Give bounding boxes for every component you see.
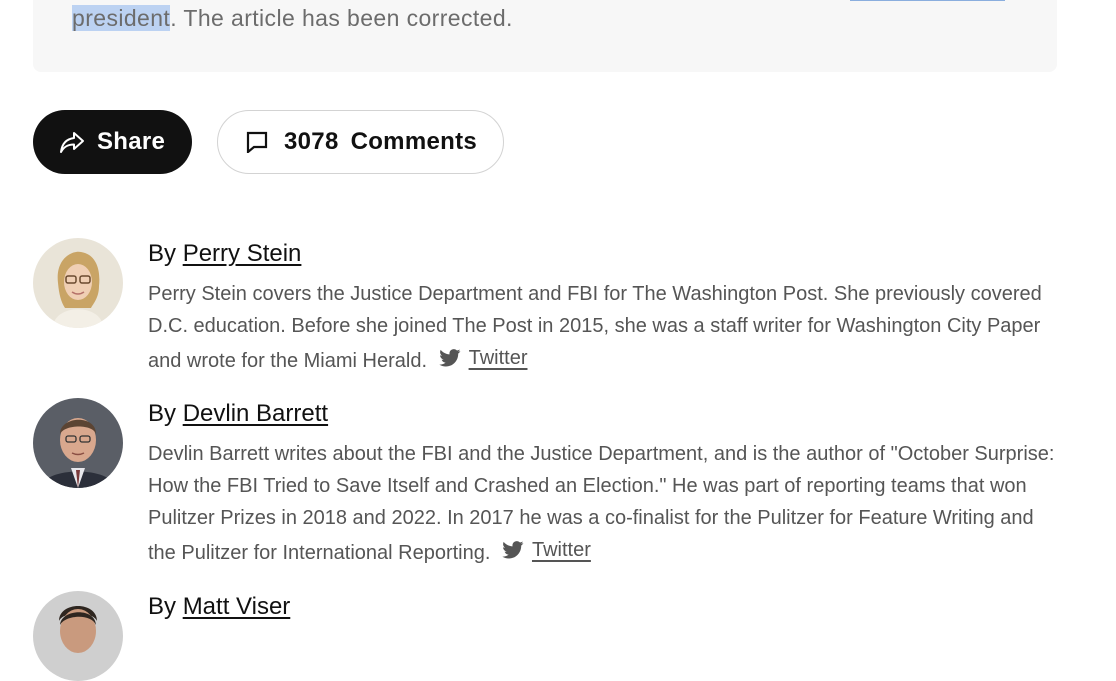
comments-button[interactable]: 3078 Comments xyxy=(217,110,504,174)
by-label: By xyxy=(148,400,177,427)
twitter-bird-icon xyxy=(502,541,524,559)
by-label: By xyxy=(148,593,177,620)
bio-text: Perry Stein covers the Justice Departmen… xyxy=(148,283,1042,372)
twitter-link[interactable]: Twitter xyxy=(469,342,528,374)
byline: By Perry Stein xyxy=(148,238,301,270)
author-bio: Perry Stein covers the Justice Departmen… xyxy=(148,278,1063,377)
bio-text: Devlin Barrett writes about the FBI and … xyxy=(148,443,1055,564)
comments-label: Comments xyxy=(350,128,478,155)
speech-bubble-icon xyxy=(246,131,268,153)
byline: By Devlin Barrett xyxy=(148,398,328,430)
link-underline[interactable] xyxy=(850,0,1005,1)
avatar[interactable] xyxy=(33,591,123,681)
twitter-link[interactable]: Twitter xyxy=(532,534,591,566)
correction-text: president. The article has been correcte… xyxy=(72,3,513,33)
author-name-link[interactable]: Matt Viser xyxy=(183,593,291,620)
correction-rest: . The article has been corrected. xyxy=(170,5,513,31)
share-arrow-icon xyxy=(59,129,85,155)
avatar[interactable] xyxy=(33,238,123,328)
author-bio: Devlin Barrett writes about the FBI and … xyxy=(148,438,1063,569)
share-label: Share xyxy=(97,128,166,155)
byline: By Matt Viser xyxy=(148,591,290,623)
share-button[interactable]: Share xyxy=(33,110,192,174)
author-name-link[interactable]: Perry Stein xyxy=(183,240,302,267)
by-label: By xyxy=(148,240,177,267)
avatar[interactable] xyxy=(33,398,123,488)
selected-text: president xyxy=(72,5,171,31)
comment-count: 3078 xyxy=(284,128,339,155)
author-name-link[interactable]: Devlin Barrett xyxy=(183,400,328,427)
twitter-bird-icon xyxy=(438,349,461,367)
